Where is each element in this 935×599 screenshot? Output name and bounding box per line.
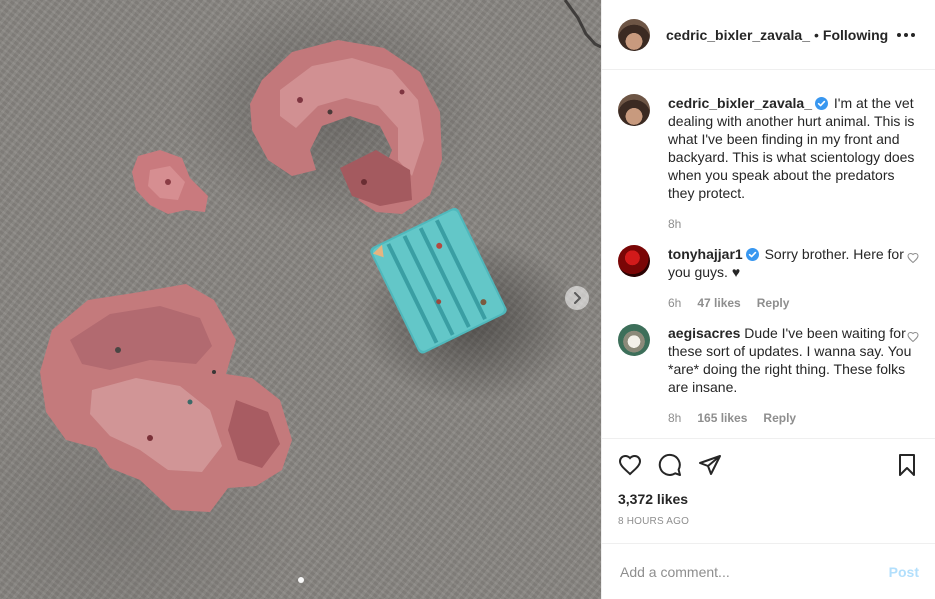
pavement-crack bbox=[563, 0, 601, 49]
poison-bait-block bbox=[370, 207, 507, 354]
like-comment-heart-icon[interactable] bbox=[907, 331, 919, 343]
action-bar bbox=[602, 438, 935, 491]
comment-time[interactable]: 6h bbox=[668, 296, 681, 310]
author-avatar[interactable] bbox=[618, 18, 650, 51]
bookmark-icon bbox=[899, 454, 915, 476]
photo-scene bbox=[40, 0, 601, 512]
comment-button[interactable] bbox=[658, 453, 682, 477]
like-comment-heart-icon[interactable] bbox=[907, 252, 919, 264]
comment-item: aegisacres Dude I've been waiting for th… bbox=[618, 324, 919, 425]
more-options-button[interactable] bbox=[893, 29, 919, 41]
post-timestamp[interactable]: 8 HOURS AGO bbox=[602, 507, 935, 543]
commenter-username[interactable]: tonyhajjar1 bbox=[668, 246, 743, 262]
meat-ring bbox=[250, 40, 442, 214]
caption: cedric_bixler_zavala_ I'm at the vet dea… bbox=[618, 94, 919, 231]
comments-list[interactable]: cedric_bixler_zavala_ I'm at the vet dea… bbox=[602, 70, 935, 438]
commenter-avatar[interactable] bbox=[618, 245, 650, 277]
verified-badge-icon bbox=[745, 248, 759, 261]
comment-item: tonyhajjar1 Sorry brother. Here for you … bbox=[618, 245, 919, 310]
commenter-avatar[interactable] bbox=[618, 324, 650, 356]
comment-bubble-icon bbox=[658, 453, 681, 476]
header-separator: • bbox=[814, 26, 819, 43]
like-button[interactable] bbox=[618, 453, 642, 477]
caption-avatar[interactable] bbox=[618, 94, 650, 126]
add-comment-bar: Post bbox=[602, 543, 935, 599]
heart-icon bbox=[618, 454, 642, 476]
commenter-username[interactable]: aegisacres bbox=[668, 325, 740, 341]
following-button[interactable]: Following bbox=[823, 27, 888, 43]
save-button[interactable] bbox=[895, 453, 919, 477]
comment-likes[interactable]: 165 likes bbox=[697, 411, 747, 425]
more-dot-icon bbox=[897, 32, 901, 37]
meat-pile-large bbox=[40, 284, 292, 512]
next-photo-button[interactable] bbox=[565, 286, 589, 310]
chevron-right-icon bbox=[574, 292, 581, 304]
paper-plane-icon bbox=[699, 455, 721, 475]
share-button[interactable] bbox=[698, 453, 722, 477]
verified-badge-icon bbox=[815, 97, 828, 110]
author-username[interactable]: cedric_bixler_zavala_ bbox=[666, 27, 810, 43]
more-dot-icon bbox=[904, 32, 908, 37]
more-dot-icon bbox=[911, 32, 915, 37]
post-sidebar: cedric_bixler_zavala_ • Following cedric… bbox=[601, 0, 935, 599]
post-dialog: cedric_bixler_zavala_ • Following cedric… bbox=[0, 0, 935, 599]
post-comment-button[interactable]: Post bbox=[889, 564, 919, 580]
post-header: cedric_bixler_zavala_ • Following bbox=[602, 0, 935, 70]
reply-button[interactable]: Reply bbox=[757, 296, 790, 310]
comment-time[interactable]: 8h bbox=[668, 411, 681, 425]
carousel-indicator bbox=[0, 577, 601, 583]
comment-likes[interactable]: 47 likes bbox=[697, 296, 740, 310]
post-photo[interactable] bbox=[0, 0, 601, 599]
likes-count[interactable]: 3,372 likes bbox=[602, 491, 935, 507]
caption-time[interactable]: 8h bbox=[668, 217, 681, 231]
reply-button[interactable]: Reply bbox=[763, 411, 796, 425]
comment-input[interactable] bbox=[618, 562, 889, 581]
carousel-dot-active bbox=[297, 577, 304, 583]
meat-chunk-small bbox=[132, 150, 208, 214]
caption-username[interactable]: cedric_bixler_zavala_ bbox=[668, 95, 812, 111]
